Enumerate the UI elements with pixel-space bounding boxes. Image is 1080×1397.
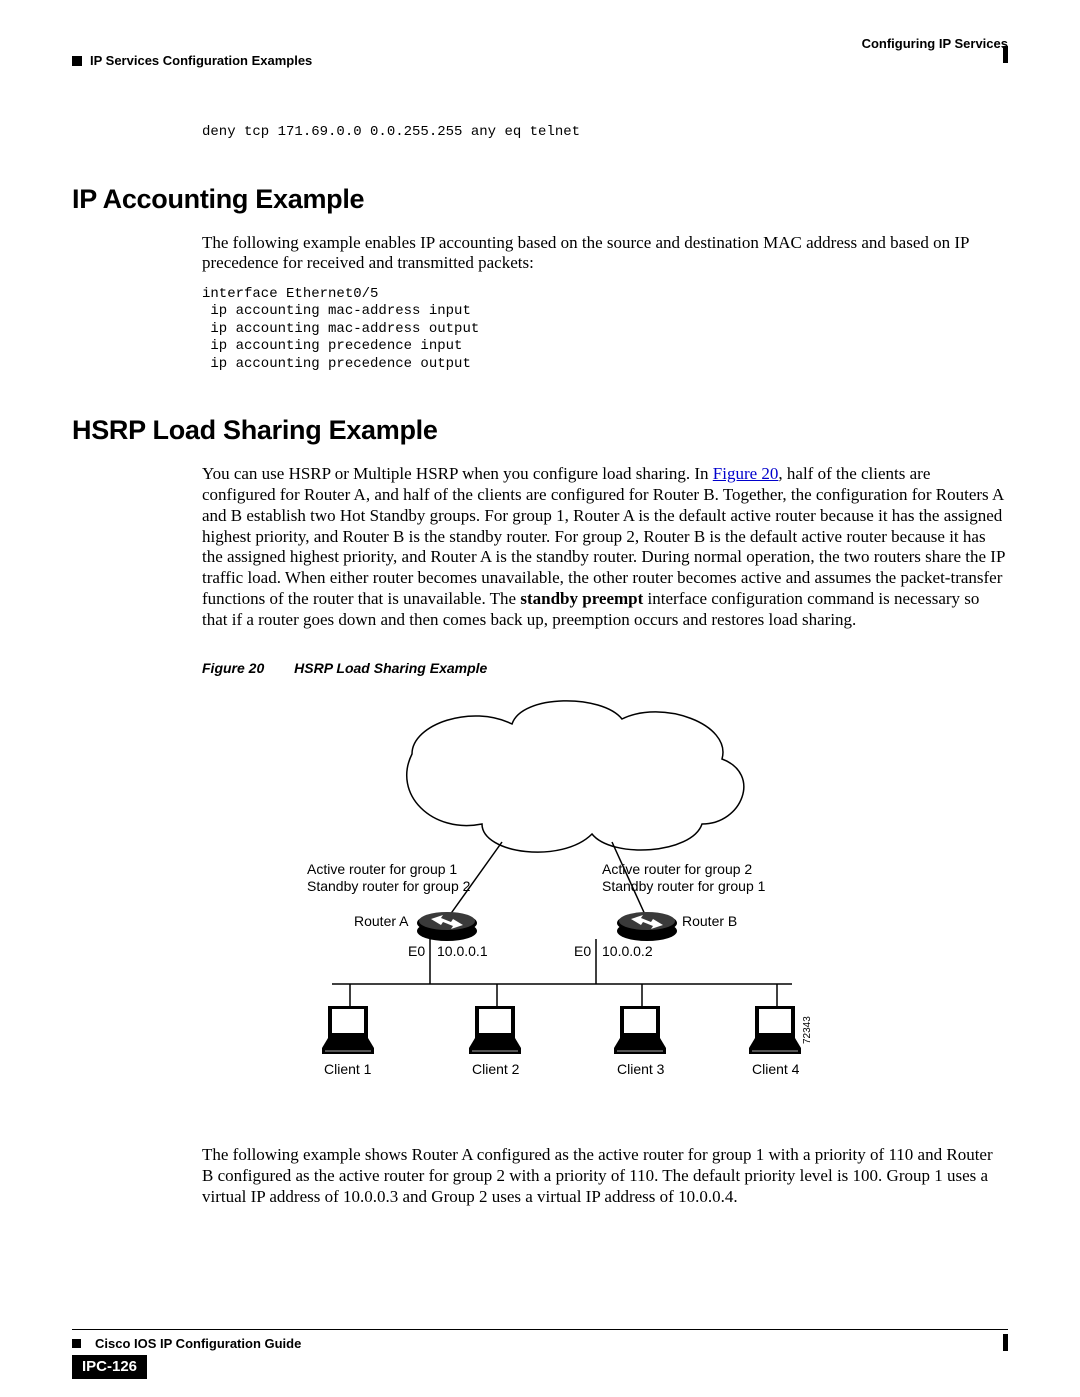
page-number-badge: IPC-126 [72,1355,147,1379]
cloud-icon [407,701,744,852]
figure-title: HSRP Load Sharing Example [294,660,487,676]
page-footer: Cisco IOS IP Configuration Guide IPC-126 [72,1329,1008,1379]
router-a-icon [417,912,477,941]
figure-20-link[interactable]: Figure 20 [713,464,779,483]
router-a-line2: Standby router for group 2 [307,878,471,894]
router-a-line1: Active router for group 1 [307,861,457,877]
router-a-ip: 10.0.0.1 [437,943,488,959]
header-chapter-title: Configuring IP Services [862,36,1008,51]
router-b-line2: Standby router for group 1 [602,878,766,894]
router-b-iface: E0 [574,943,591,959]
client-4-icon [749,1006,801,1054]
footer-marker-icon [72,1339,81,1348]
router-a-label: Router A [354,913,409,929]
page-header: Configuring IP Services [72,36,1008,51]
client-2-label: Client 2 [472,1061,520,1077]
heading-hsrp-load-sharing: HSRP Load Sharing Example [72,415,1008,446]
footer-bar-icon [1003,1334,1008,1351]
router-b-label: Router B [682,913,737,929]
router-b-icon [617,912,677,941]
router-b-line1: Active router for group 2 [602,861,752,877]
para-hsrp-intro: You can use HSRP or Multiple HSRP when y… [202,464,1008,630]
figure-diagram: Active router for group 1 Standby router… [302,694,1008,1099]
code-deny-tcp: deny tcp 171.69.0.0 0.0.255.255 any eq t… [202,124,1008,142]
client-3-icon [614,1006,666,1054]
figure-number: Figure 20 [202,660,264,676]
hsrp-text-pre: You can use HSRP or Multiple HSRP when y… [202,464,713,483]
para-hsrp-example-desc: The following example shows Router A con… [202,1145,1008,1207]
para-ip-accounting-intro: The following example enables IP account… [202,233,1008,274]
header-section-title: IP Services Configuration Examples [90,53,312,68]
figure-caption: Figure 20 HSRP Load Sharing Example [202,660,1008,676]
heading-ip-accounting: IP Accounting Example [72,184,1008,215]
router-a-iface: E0 [408,943,425,959]
footer-guide-title: Cisco IOS IP Configuration Guide [95,1336,301,1351]
header-marker-icon [72,56,82,66]
client-1-label: Client 1 [324,1061,372,1077]
client-1-icon [322,1006,374,1054]
code-ip-accounting: interface Ethernet0/5 ip accounting mac-… [202,286,1008,374]
diagram-id: 72343 [802,1016,813,1044]
cmd-standby-preempt: standby preempt [520,589,643,608]
router-b-ip: 10.0.0.2 [602,943,653,959]
client-2-icon [469,1006,521,1054]
client-4-label: Client 4 [752,1061,800,1077]
hsrp-text-post: , half of the clients are configured for… [202,464,1005,607]
client-3-label: Client 3 [617,1061,665,1077]
